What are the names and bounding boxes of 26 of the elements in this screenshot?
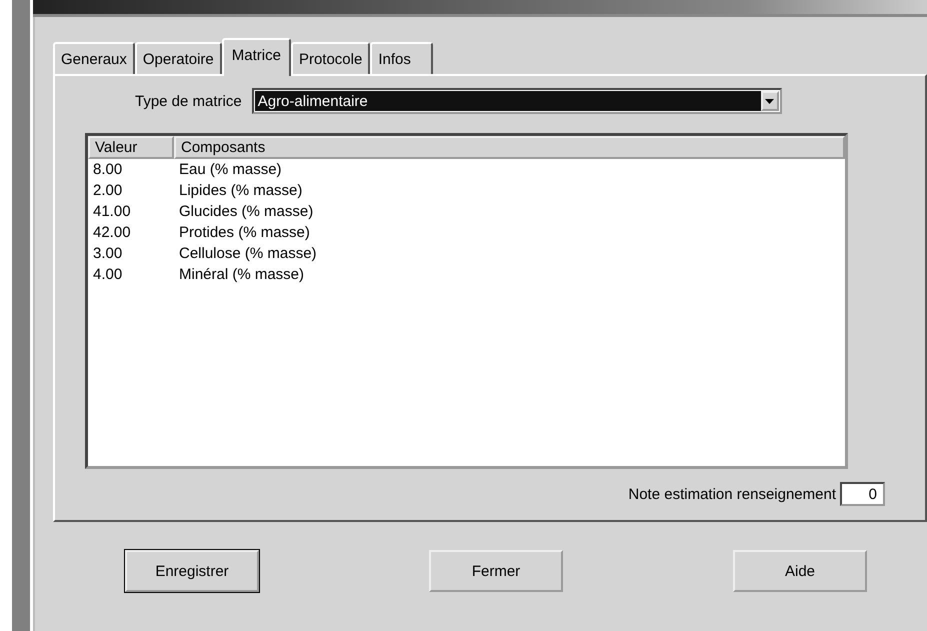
table-cell-text: 3.00 <box>92 245 124 262</box>
matrix-type-label: Type de matrice <box>135 92 242 110</box>
note-label: Note estimation renseignement <box>628 486 836 502</box>
matrix-type-dropdown[interactable]: Agro-alimentaire <box>252 88 782 114</box>
table-cell-text: Minéral (% masse) <box>178 266 304 283</box>
dialog-button[interactable]: Aide <box>733 550 867 592</box>
table-cell-text: 8.00 <box>92 161 124 178</box>
tab[interactable]: Operatoire <box>134 42 222 74</box>
table-cell-text: Cellulose (% masse) <box>178 245 317 262</box>
table-cell-text: 2.00 <box>92 182 124 199</box>
note-field[interactable]: 0 <box>840 482 885 506</box>
column-header[interactable]: Valeur <box>88 136 174 159</box>
table-cell-text: Glucides (% masse) <box>178 203 314 220</box>
tab[interactable]: Matrice <box>222 38 291 76</box>
dialog-button[interactable]: Enregistrer <box>125 550 259 592</box>
dialog-button[interactable]: Fermer <box>429 550 563 592</box>
column-header[interactable]: Composants <box>174 136 845 159</box>
table-cell-text: Lipides (% masse) <box>178 182 302 199</box>
table-cell-text: Eau (% masse) <box>178 161 282 178</box>
tab[interactable]: Protocole <box>290 42 370 74</box>
table-cell-text: 41.00 <box>92 203 132 220</box>
table-cell-text: Protides (% masse) <box>178 224 310 241</box>
tab[interactable]: Generaux <box>53 42 135 74</box>
tab[interactable]: Infos <box>370 42 433 74</box>
table-cell-text: 42.00 <box>92 224 132 241</box>
table-cell-text: 4.00 <box>92 266 124 283</box>
